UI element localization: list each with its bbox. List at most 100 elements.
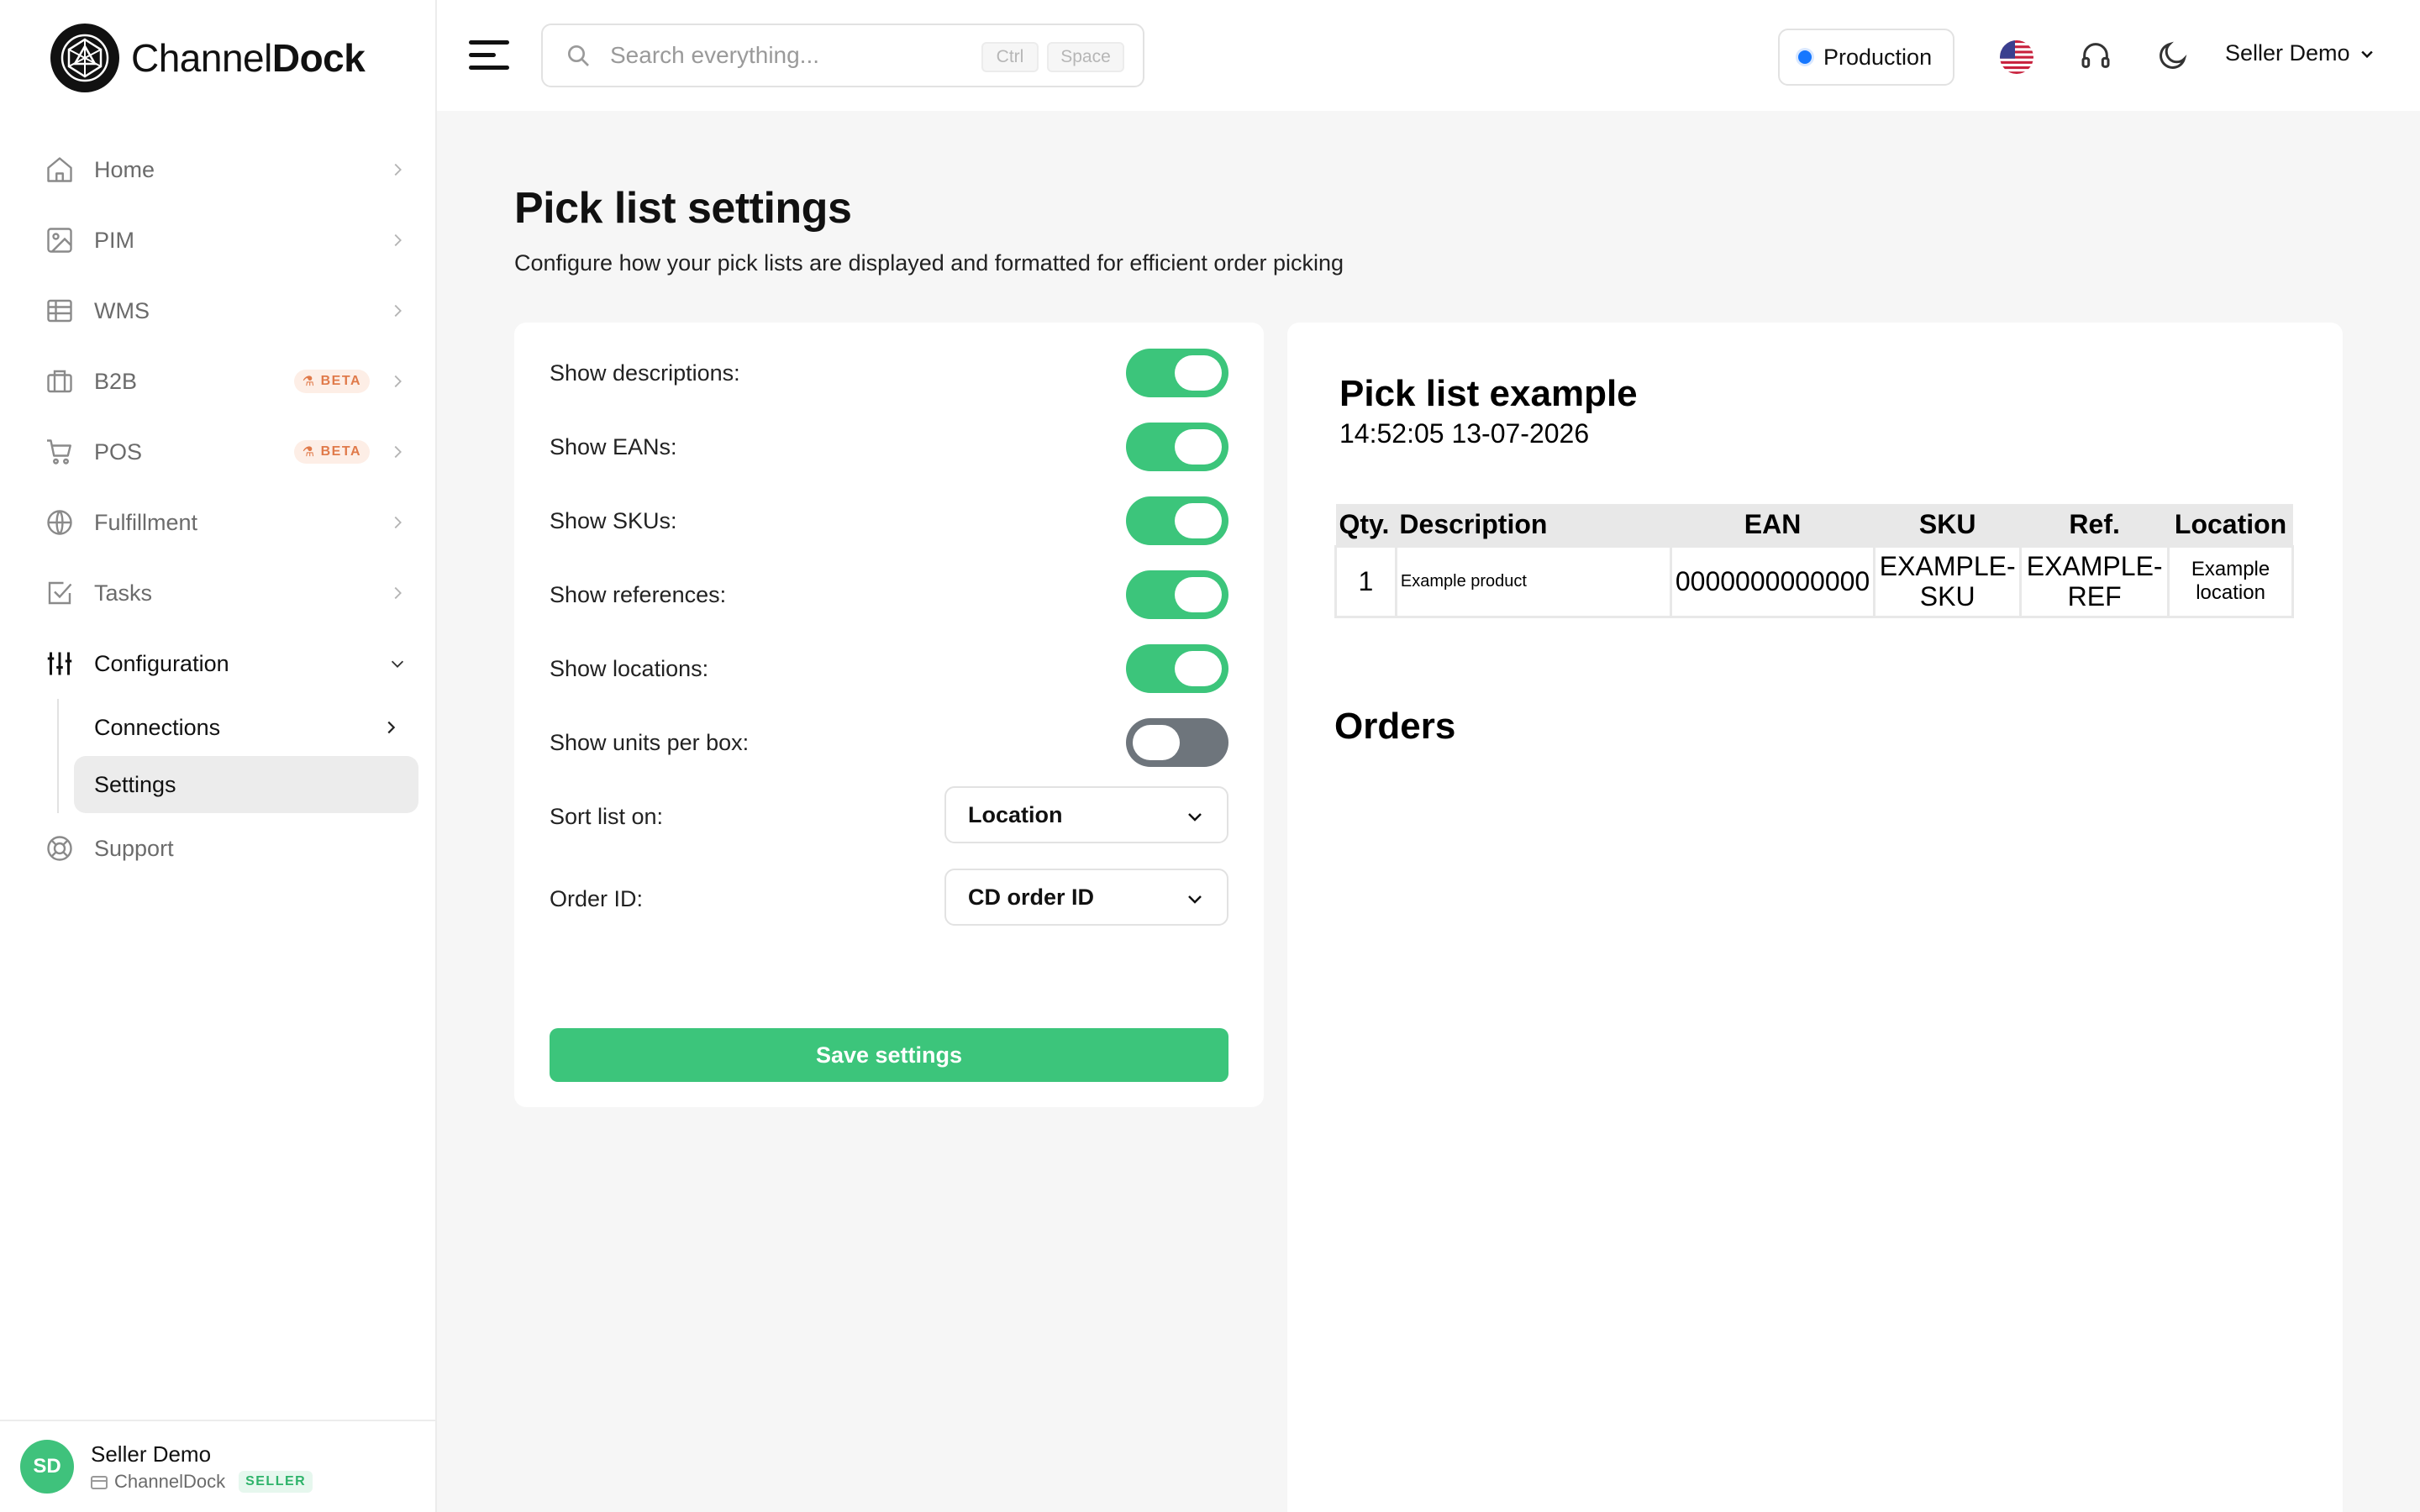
sidebar-item-label: Tasks — [94, 580, 153, 606]
environment-status-dot — [1798, 50, 1812, 64]
globe-icon — [44, 507, 76, 538]
chevron-right-icon — [394, 516, 402, 529]
toggle-knob — [1175, 577, 1222, 612]
toggle-knob — [1175, 503, 1222, 538]
page-title: Pick list settings — [514, 184, 852, 233]
headset-icon[interactable] — [2079, 39, 2112, 72]
sidebar-subitem-settings[interactable]: Settings — [74, 756, 418, 813]
sidebar: ChannelDock Home PIM WMS B2B ⚗ BETA POS ⚗… — [0, 0, 437, 1512]
column-header: Ref. — [2020, 504, 2169, 546]
sidebar-item-label: Fulfillment — [94, 509, 198, 535]
chevron-right-icon — [394, 163, 402, 176]
user-account[interactable]: SD Seller Demo ChannelDock SELLER — [0, 1420, 437, 1512]
environment-selector[interactable]: Production — [1778, 29, 1954, 86]
table-row: 1 Example product 0000000000000 EXAMPLE-… — [1334, 544, 2294, 618]
table-icon — [44, 295, 76, 327]
chevron-right-icon — [387, 721, 396, 734]
sort-select-value: Location — [968, 801, 1063, 827]
sidebar-item-home[interactable]: Home — [34, 134, 417, 205]
column-header: SKU — [1874, 504, 2021, 546]
main-nav: Home PIM WMS B2B ⚗BETA POS ⚗BETA Fulfi — [34, 134, 418, 884]
user-menu-label: Seller Demo — [2225, 40, 2350, 66]
cell-ean: 0000000000000 — [1669, 544, 1876, 618]
chevron-right-icon — [394, 375, 402, 388]
user-org: ChannelDock SELLER — [91, 1470, 313, 1493]
chevron-down-icon — [1188, 813, 1202, 822]
setting-label: Show references: — [550, 581, 727, 607]
order-id-select[interactable]: CD order ID — [944, 869, 1228, 926]
toggle-knob — [1175, 355, 1222, 391]
preview-title: Pick list example — [1339, 373, 1638, 414]
beta-badge: ⚗ BETA — [293, 440, 370, 464]
user-menu[interactable]: Seller Demo — [2225, 40, 2375, 66]
chevron-down-icon — [391, 660, 404, 668]
sort-select[interactable]: Location — [944, 786, 1228, 843]
checkbox-icon — [44, 577, 76, 609]
sidebar-item-b2b[interactable]: B2B ⚗ BETA — [34, 346, 417, 417]
setting-label: Show locations: — [550, 655, 709, 681]
setting-row-skus: Show SKUs: — [550, 496, 1228, 546]
sidebar-item-label: POS — [94, 438, 143, 465]
sidebar-item-configuration[interactable]: Configuration — [34, 628, 417, 699]
moon-icon[interactable] — [2156, 39, 2190, 72]
channeldock-logo-icon — [50, 24, 119, 92]
save-settings-button[interactable]: Save settings — [550, 1028, 1228, 1082]
home-icon — [44, 154, 76, 186]
user-name: Seller Demo — [91, 1441, 212, 1467]
setting-label: Show EANs: — [550, 433, 677, 459]
settings-card: Show descriptions: Show EANs: Show SKUs:… — [514, 323, 1264, 1107]
column-header: Qty. — [1335, 504, 1397, 546]
setting-label: Show SKUs: — [550, 507, 677, 533]
cell-qty: 1 — [1334, 544, 1397, 618]
setting-label: Show descriptions: — [550, 360, 740, 386]
sidebar-subitem-connections[interactable]: Connections — [74, 699, 418, 756]
role-badge: SELLER — [239, 1470, 313, 1493]
toggle-knob — [1175, 651, 1222, 686]
sidebar-subitem-label: Connections — [94, 714, 221, 740]
toggle-knob — [1133, 725, 1180, 760]
menu-toggle-icon[interactable] — [469, 37, 511, 74]
chevron-right-icon — [394, 445, 402, 459]
beta-badge-label: BETA — [320, 444, 361, 459]
table-header-row: Qty. Description EAN SKU Ref. Location — [1335, 504, 2293, 546]
avatar: SD — [20, 1440, 74, 1494]
configuration-subnav: Connections Settings — [57, 699, 418, 813]
orders-heading: Orders — [1334, 706, 1456, 747]
setting-row-descriptions: Show descriptions: — [550, 348, 1228, 398]
cell-location: Example location — [2167, 544, 2294, 618]
toggle-show-locations[interactable] — [1126, 644, 1228, 693]
search-input[interactable] — [610, 42, 971, 69]
sidebar-item-wms[interactable]: WMS — [34, 276, 417, 346]
toggle-show-references[interactable] — [1126, 570, 1228, 619]
column-header: EAN — [1670, 504, 1875, 546]
sidebar-item-label: WMS — [94, 297, 150, 323]
brand-name-regular: Channel — [131, 36, 272, 80]
chevron-right-icon — [394, 304, 402, 318]
sidebar-item-label: PIM — [94, 227, 135, 253]
sidebar-item-pim[interactable]: PIM — [34, 205, 417, 276]
toggle-show-units-per-box[interactable] — [1126, 718, 1228, 767]
brand-logo[interactable]: ChannelDock — [50, 24, 366, 92]
column-header: Location — [2168, 504, 2293, 546]
briefcase-icon — [44, 365, 76, 397]
flask-icon: ⚗ — [302, 375, 316, 389]
toggle-knob — [1175, 429, 1222, 465]
sidebar-item-support[interactable]: Support — [34, 813, 417, 884]
user-org-name: ChannelDock — [114, 1470, 226, 1492]
toggle-show-skus[interactable] — [1126, 496, 1228, 545]
search-bar[interactable]: Ctrl Space — [541, 24, 1144, 87]
us-flag-icon[interactable] — [2000, 40, 2033, 74]
flask-icon: ⚗ — [302, 445, 316, 459]
setting-row-references: Show references: — [550, 570, 1228, 620]
sidebar-item-label: Configuration — [94, 650, 229, 676]
toggle-show-descriptions[interactable] — [1126, 349, 1228, 397]
preview-timestamp: 14:52:05 13-07-2026 — [1339, 418, 1590, 449]
kbd-space: Space — [1047, 42, 1124, 72]
beta-badge-label: BETA — [320, 374, 361, 388]
toggle-show-eans[interactable] — [1126, 423, 1228, 471]
building-icon — [91, 1475, 108, 1489]
sidebar-item-pos[interactable]: POS ⚗ BETA — [34, 417, 417, 487]
sidebar-item-fulfillment[interactable]: Fulfillment — [34, 487, 417, 558]
chevron-right-icon — [394, 586, 402, 600]
sidebar-item-tasks[interactable]: Tasks — [34, 558, 417, 628]
